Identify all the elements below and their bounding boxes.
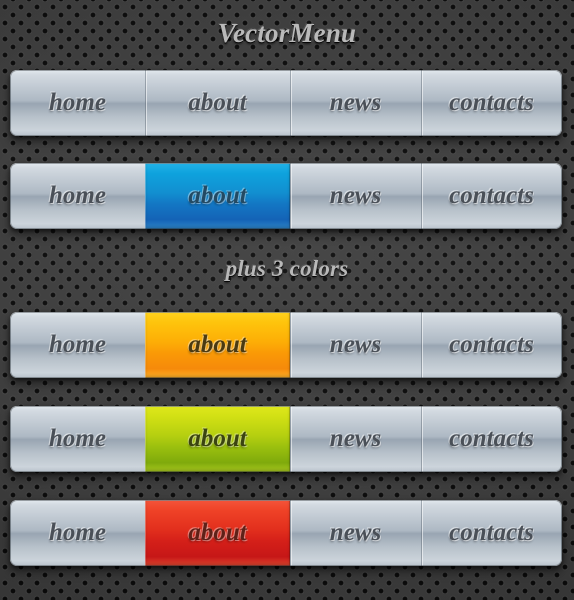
menu-item-news[interactable]: news <box>290 312 421 378</box>
menu-item-label: contacts <box>449 519 534 546</box>
menu-item-about-active[interactable]: about <box>145 312 290 378</box>
menu-item-label: news <box>329 519 382 546</box>
menu-item-label: home <box>49 89 106 116</box>
menu-item-news[interactable]: news <box>290 70 421 136</box>
menu-item-contacts[interactable]: contacts <box>421 163 562 229</box>
page-title: VectorMenu <box>217 18 357 48</box>
menu-item-label: home <box>49 331 106 358</box>
menu-item-contacts[interactable]: contacts <box>421 312 562 378</box>
menu-item-label: about <box>188 89 247 116</box>
menu-item-label: about <box>188 425 247 452</box>
menu-item-label: contacts <box>449 331 534 358</box>
menu-item-label: contacts <box>449 89 534 116</box>
menu-item-label: contacts <box>449 182 534 209</box>
menu-item-label: home <box>49 425 106 452</box>
menu-item-home[interactable]: home <box>10 70 145 136</box>
section-subtitle: plus 3 colors <box>225 256 349 281</box>
menu-bar-green: home about news contacts <box>10 406 562 472</box>
menu-bar-red: home about news contacts <box>10 500 562 566</box>
menu-item-about-active[interactable]: about <box>145 500 290 566</box>
menu-item-label: about <box>188 182 247 209</box>
menu-item-contacts[interactable]: contacts <box>421 406 562 472</box>
menu-item-about-active[interactable]: about <box>145 163 290 229</box>
menu-item-label: contacts <box>449 425 534 452</box>
menu-bar-default: home about news contacts <box>10 70 562 136</box>
menu-item-label: news <box>329 425 382 452</box>
menu-item-home[interactable]: home <box>10 500 145 566</box>
menu-item-label: news <box>329 331 382 358</box>
menu-item-label: about <box>188 331 247 358</box>
menu-bar-blue: home about news contacts <box>10 163 562 229</box>
menu-item-label: news <box>329 89 382 116</box>
menu-item-contacts[interactable]: contacts <box>421 70 562 136</box>
menu-item-news[interactable]: news <box>290 406 421 472</box>
menu-item-label: news <box>329 182 382 209</box>
menu-item-about-active[interactable]: about <box>145 406 290 472</box>
menu-item-news[interactable]: news <box>290 500 421 566</box>
menu-item-contacts[interactable]: contacts <box>421 500 562 566</box>
menu-item-home[interactable]: home <box>10 163 145 229</box>
menu-item-home[interactable]: home <box>10 312 145 378</box>
perforated-metal-background: VectorMenu plus 3 colors home about news… <box>0 0 574 600</box>
menu-item-label: about <box>188 519 247 546</box>
menu-item-label: home <box>49 182 106 209</box>
menu-item-news[interactable]: news <box>290 163 421 229</box>
menu-bar-orange: home about news contacts <box>10 312 562 378</box>
menu-item-home[interactable]: home <box>10 406 145 472</box>
menu-item-about[interactable]: about <box>145 70 290 136</box>
menu-item-label: home <box>49 519 106 546</box>
